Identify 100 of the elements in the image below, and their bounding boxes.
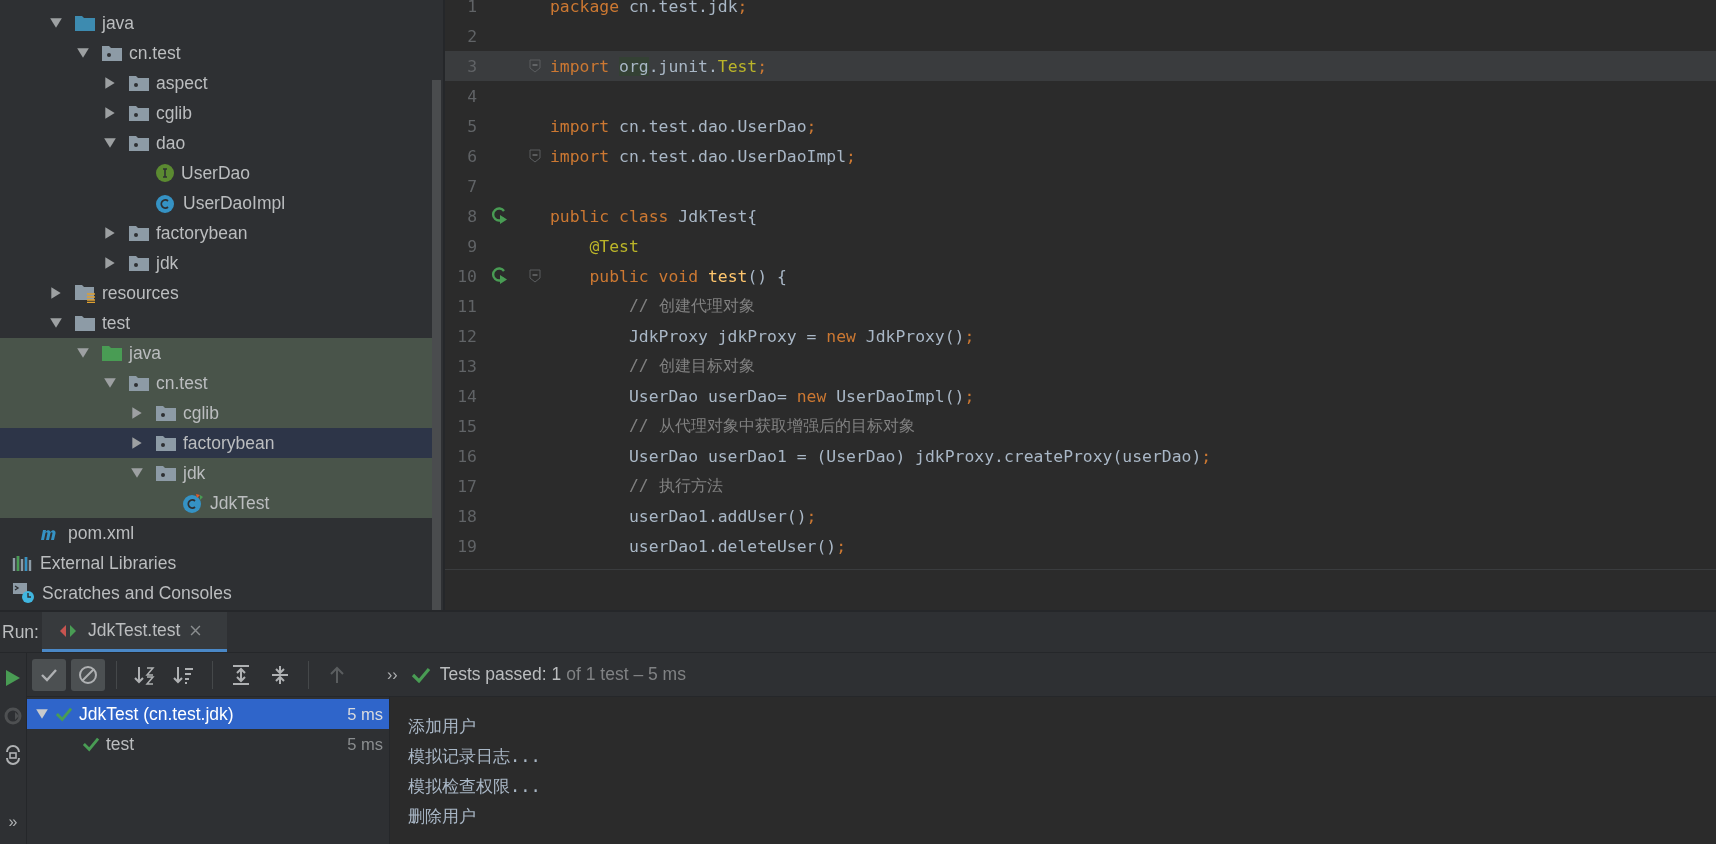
tree-item-label: java <box>102 12 135 34</box>
package-folder-icon <box>128 254 150 272</box>
console-line: 添加用户 <box>408 715 477 738</box>
package-folder-icon <box>155 464 177 482</box>
package-folder-icon <box>155 434 177 452</box>
expand-arrow-icon[interactable] <box>103 76 117 90</box>
auto-test-icon[interactable] <box>4 745 22 765</box>
line-number: 4 <box>466 86 477 106</box>
run-label: Run: <box>2 621 40 643</box>
collapse-arrow-icon[interactable] <box>35 707 49 721</box>
package-folder-icon <box>155 404 177 422</box>
tree-item[interactable]: factorybean <box>0 218 433 248</box>
folder-icon <box>101 344 123 362</box>
tree-item[interactable]: dao <box>0 128 433 158</box>
code-line: JdkProxy jdkProxy = new JdkProxy(); <box>627 326 975 346</box>
run-tab[interactable]: JdkTest.test <box>42 612 228 652</box>
tree-item-label: jdk <box>183 462 206 484</box>
more-tools-button[interactable]: ›› <box>387 665 398 684</box>
line-number: 11 <box>456 296 477 316</box>
expand-arrow-icon[interactable] <box>130 436 144 450</box>
collapse-arrow-icon[interactable] <box>49 316 63 330</box>
scrollbar-thumb[interactable] <box>432 80 441 610</box>
collapse-all-icon <box>269 663 291 686</box>
tree-item[interactable]: JdkTest <box>0 488 433 518</box>
test-duration: 5 ms <box>347 704 383 724</box>
tree-item[interactable]: aspect <box>0 68 433 98</box>
line-number: 6 <box>466 146 477 166</box>
expand-arrow-icon[interactable] <box>49 286 63 300</box>
expand-arrow-icon[interactable] <box>130 406 144 420</box>
tree-item[interactable]: cn.test <box>0 368 433 398</box>
tree-item[interactable]: resources <box>0 278 433 308</box>
test-run-icon <box>58 622 78 639</box>
code-line: UserDao userDao= new UserDaoImpl(); <box>627 386 975 406</box>
expand-arrow-icon[interactable] <box>103 106 117 120</box>
run-icon[interactable] <box>5 669 21 687</box>
line-number: 7 <box>466 176 477 196</box>
tree-item-label: factorybean <box>183 432 275 454</box>
folder-icon <box>74 314 96 332</box>
tree-item[interactable]: cglib <box>0 98 433 128</box>
code-line: public void test() { <box>588 266 787 286</box>
test-result-row[interactable]: JdkTest (cn.test.jdk) 5 ms <box>27 699 389 729</box>
run-test-icon[interactable] <box>490 266 510 286</box>
expand-arrow-icon[interactable] <box>103 256 117 270</box>
show-ignored-button[interactable] <box>71 658 105 691</box>
line-number: 19 <box>456 536 477 556</box>
tree-item[interactable]: cglib <box>0 398 433 428</box>
tree-item[interactable]: jdk <box>0 248 433 278</box>
console-line: 模拟检查权限... <box>408 775 542 798</box>
line-number: 5 <box>466 116 477 136</box>
package-folder-icon <box>128 74 150 92</box>
collapse-arrow-icon[interactable] <box>130 466 144 480</box>
line-number: 17 <box>456 476 477 496</box>
tree-item-label: Scratches and Consoles <box>42 582 232 604</box>
tree-item-label: cn.test <box>156 372 208 394</box>
fold-marker-icon[interactable] <box>529 59 541 73</box>
code-line: userDao1.deleteUser(); <box>627 536 847 556</box>
resources-folder-icon <box>74 283 96 303</box>
tree-item[interactable]: factorybean <box>0 428 433 458</box>
tree-item[interactable]: UserDao <box>0 158 433 188</box>
line-number: 15 <box>456 416 477 436</box>
tree-item[interactable]: pom.xml <box>0 518 433 548</box>
tree-item-label: JdkTest <box>210 492 270 514</box>
tree-item-label: cn.test <box>129 42 181 64</box>
code-line: // 创建目标对象 <box>627 355 755 377</box>
line-number: 9 <box>466 236 477 256</box>
folder-icon <box>74 14 96 32</box>
fold-marker-icon[interactable] <box>529 269 541 283</box>
code-line: UserDao userDao1 = (UserDao) jdkProxy.createProxy(userDao); <box>627 446 1212 466</box>
no-entry-icon <box>77 663 99 686</box>
tree-item-label: java <box>129 342 162 364</box>
show-passed-button[interactable] <box>32 658 66 691</box>
expand-arrow-icon[interactable] <box>103 226 117 240</box>
tree-item[interactable]: cn.test <box>0 38 433 68</box>
collapse-arrow-icon[interactable] <box>76 346 90 360</box>
collapse-arrow-icon[interactable] <box>103 376 117 390</box>
tree-item[interactable]: test <box>0 308 433 338</box>
collapse-arrow-icon[interactable] <box>103 136 117 150</box>
tree-item-label: resources <box>102 282 179 304</box>
package-folder-icon <box>101 44 123 62</box>
tree-item[interactable]: Scratches and Consoles <box>0 578 433 608</box>
fold-marker-icon[interactable] <box>529 149 541 163</box>
code-line: import cn.test.dao.UserDao; <box>550 116 817 136</box>
test-result-row[interactable]: test 5 ms <box>27 729 389 759</box>
collapse-arrow-icon[interactable] <box>76 46 90 60</box>
tree-item[interactable]: java <box>0 8 433 38</box>
code-line: // 执行方法 <box>627 475 723 497</box>
tree-item-label: aspect <box>156 72 208 94</box>
libraries-icon <box>12 554 34 572</box>
run-test-icon[interactable] <box>490 206 510 226</box>
collapse-arrow-icon[interactable] <box>49 16 63 30</box>
tree-item[interactable]: UserDaoImpl <box>0 188 433 218</box>
tree-item[interactable]: jdk <box>0 458 433 488</box>
line-number: 10 <box>456 266 477 286</box>
console-line: 模拟记录日志... <box>408 745 542 768</box>
scratches-icon <box>12 582 36 604</box>
more-tools-button[interactable]: » <box>8 813 18 831</box>
close-icon[interactable] <box>190 625 202 636</box>
test-status: Tests passed: 1 <box>439 664 562 685</box>
tree-item[interactable]: External Libraries <box>0 548 433 578</box>
tree-item[interactable]: java <box>0 338 433 368</box>
